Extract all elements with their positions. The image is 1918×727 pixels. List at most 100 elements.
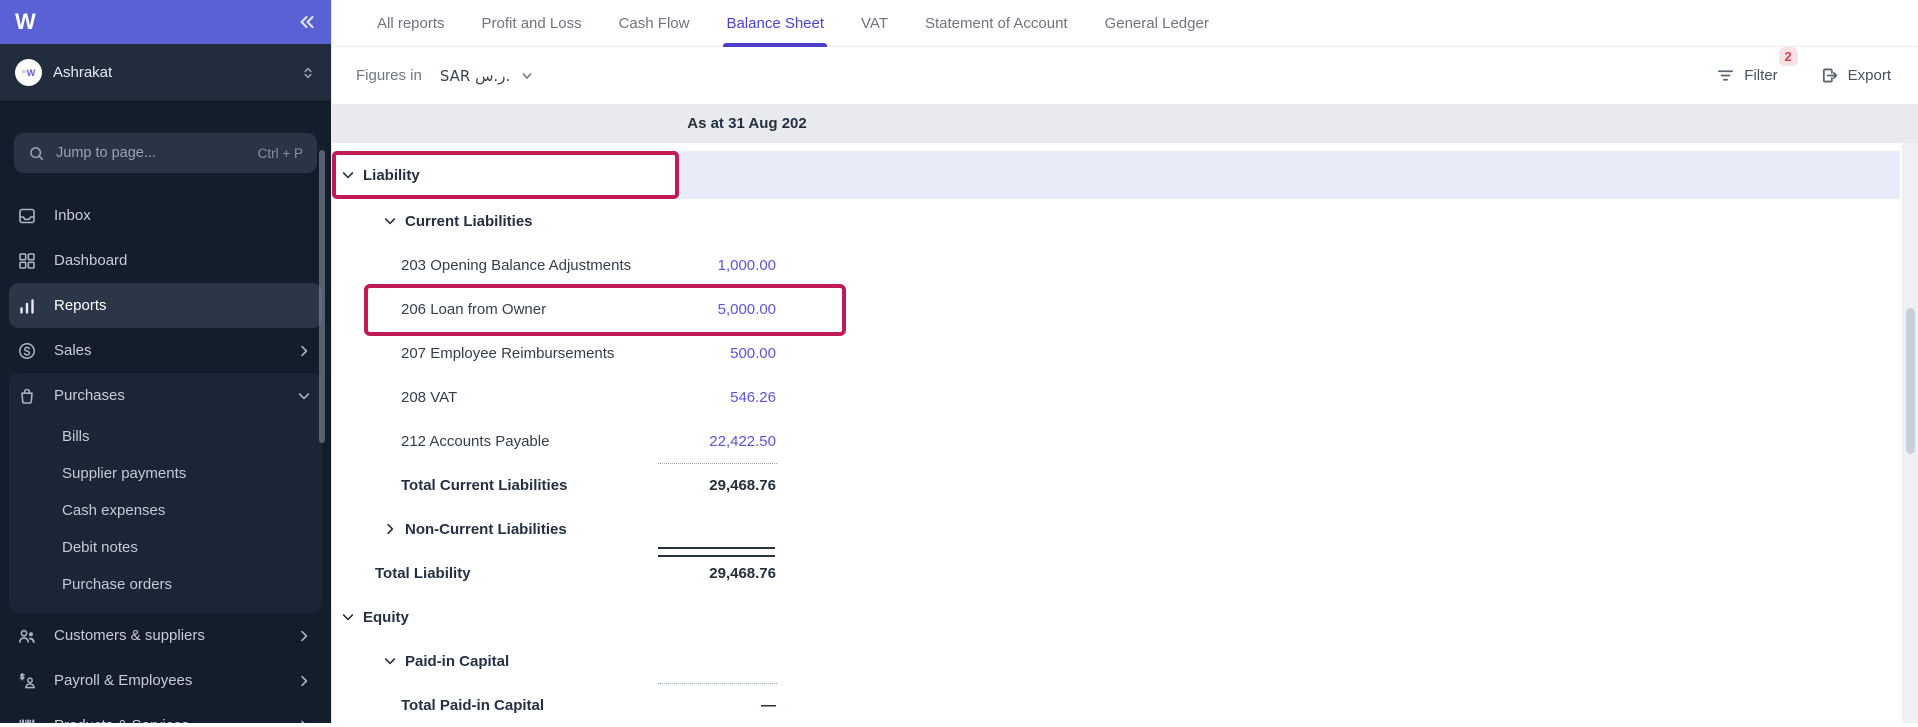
report-row-non-current-liabilities[interactable]: Non-Current Liabilities: [332, 507, 1918, 551]
chevron-right-icon: [293, 718, 315, 724]
balance-sheet-report: As at 31 Aug 202 Liability Current Liabil…: [332, 104, 1918, 727]
currency-select[interactable]: SAR ر.س.: [440, 67, 535, 85]
export-label: Export: [1848, 67, 1891, 84]
sidebar-scrollbar[interactable]: [319, 150, 325, 443]
user-name: Ashrakat: [53, 64, 112, 81]
dotted-rule: [658, 683, 777, 684]
row-label: Total Paid-in Capital: [401, 697, 544, 714]
filter-button[interactable]: Filter 2: [1716, 66, 1777, 85]
report-row-equity[interactable]: Equity: [332, 595, 1918, 639]
report-row-208-vat[interactable]: 208 VAT 546.26: [332, 375, 1918, 419]
row-label: Total Current Liabilities: [401, 477, 567, 494]
sidebar-item-sales[interactable]: Sales: [9, 328, 322, 373]
dotted-rule: [658, 463, 777, 464]
sidebar-item-cash-expenses[interactable]: Cash expenses: [9, 492, 322, 529]
row-label: Liability: [363, 167, 420, 184]
report-row-total-liability: Total Liability 29,468.76: [332, 551, 1918, 595]
chevron-down-icon: [340, 609, 356, 625]
main-scrollbar-thumb[interactable]: [1906, 308, 1915, 454]
sidebar-item-inbox[interactable]: Inbox: [9, 193, 322, 238]
sidebar-item-label: Customers & suppliers: [54, 627, 205, 644]
export-button[interactable]: Export: [1820, 66, 1891, 85]
row-amount[interactable]: 546.26: [626, 389, 776, 406]
tab-statement-of-account[interactable]: Statement of Account: [925, 0, 1068, 46]
row-amount: 29,468.76: [626, 477, 776, 494]
report-row-current-liabilities[interactable]: Current Liabilities: [332, 199, 1918, 243]
sidebar-item-customers-suppliers[interactable]: Customers & suppliers: [9, 613, 322, 658]
report-row-liability[interactable]: Liability: [332, 151, 1900, 199]
filter-count-badge: 2: [1779, 47, 1798, 66]
chevron-right-icon: [293, 628, 315, 644]
chevron-right-icon: [293, 343, 315, 359]
sidebar-item-label: Inbox: [54, 207, 91, 224]
search-placeholder: Jump to page...: [56, 145, 156, 161]
row-label: Non-Current Liabilities: [405, 521, 567, 538]
search-icon: [28, 145, 45, 162]
search-shortcut: Ctrl + P: [258, 146, 303, 161]
tab-balance-sheet[interactable]: Balance Sheet: [726, 0, 824, 46]
sidebar-item-label: Sales: [54, 342, 92, 359]
tab-general-ledger[interactable]: General Ledger: [1105, 0, 1209, 46]
as-at-date: As at 31 Aug 202: [612, 104, 882, 143]
double-rule: [658, 547, 775, 557]
sidebar: W ≡W Ashrakat Jump to page... Ctrl + P I…: [0, 0, 331, 723]
row-label: Total Liability: [375, 565, 471, 582]
row-amount[interactable]: 1,000.00: [626, 257, 776, 274]
row-label: 203 Opening Balance Adjustments: [401, 257, 631, 274]
avatar: ≡W: [15, 59, 42, 86]
payroll-icon: [16, 671, 38, 691]
row-label: Paid-in Capital: [405, 653, 509, 670]
sidebar-item-debit-notes[interactable]: Debit notes: [9, 529, 322, 566]
row-label: 207 Employee Reimbursements: [401, 345, 614, 362]
tab-profit-and-loss[interactable]: Profit and Loss: [482, 0, 582, 46]
currency-value: SAR ر.س.: [440, 67, 510, 85]
sidebar-nav: Inbox DashboardReports Sales PurchasesBills…: [0, 193, 331, 723]
report-column-header: As at 31 Aug 202: [332, 104, 1918, 143]
sidebar-item-products-services[interactable]: Products & Services: [9, 703, 322, 723]
customers-icon: [16, 626, 38, 646]
tab-all-reports[interactable]: All reports: [377, 0, 445, 46]
collapse-sidebar-icon[interactable]: [296, 12, 316, 32]
row-amount[interactable]: 500.00: [626, 345, 776, 362]
chevron-up-down-icon: [300, 65, 316, 81]
row-label: 212 Accounts Payable: [401, 433, 549, 450]
report-row-total-paid-in-capital: Total Paid-in Capital—: [332, 683, 1918, 727]
report-row-203-opening-balance-adjustments[interactable]: 203 Opening Balance Adjustments1,000.00: [332, 243, 1918, 287]
report-row-207-employee-reimbursements[interactable]: 207 Employee Reimbursements 500.00: [332, 331, 1918, 375]
purchases-icon: [16, 386, 38, 406]
sidebar-header: W: [0, 0, 331, 44]
chevron-down-icon: [293, 388, 315, 404]
filter-icon: [1716, 66, 1735, 85]
chevron-down-icon: [382, 213, 398, 229]
sidebar-item-bills[interactable]: Bills: [9, 418, 322, 455]
jump-to-page-search[interactable]: Jump to page... Ctrl + P: [14, 133, 317, 173]
inbox-icon: [16, 206, 38, 226]
sidebar-item-payroll-employees[interactable]: Payroll & Employees: [9, 658, 322, 703]
chevron-down-icon: [340, 167, 356, 183]
sidebar-item-purchases[interactable]: Purchases: [9, 373, 322, 418]
sidebar-item-supplier-payments[interactable]: Supplier payments: [9, 455, 322, 492]
user-menu[interactable]: ≡W Ashrakat: [0, 44, 331, 102]
report-row-212-accounts-payable[interactable]: 212 Accounts Payable 22,422.50: [332, 419, 1918, 463]
row-label: Equity: [363, 609, 409, 626]
sidebar-item-reports[interactable]: Reports: [9, 283, 322, 328]
sidebar-item-dashboard[interactable]: Dashboard: [9, 238, 322, 283]
row-amount[interactable]: 5,000.00: [626, 301, 776, 318]
wafeq-logo: W: [15, 11, 35, 33]
tab-vat[interactable]: VAT: [861, 0, 888, 46]
report-rows: LiabilityCurrent Liabilities203 Opening …: [332, 151, 1918, 727]
row-amount: 29,468.76: [626, 565, 776, 582]
row-label: 208 VAT: [401, 389, 457, 406]
main-scrollbar-track[interactable]: [1902, 143, 1918, 723]
report-row-paid-in-capital[interactable]: Paid-in Capital: [332, 639, 1918, 683]
report-row-206-loan-from-owner[interactable]: 206 Loan from Owner 5,000.00: [332, 287, 1918, 331]
row-amount[interactable]: 22,422.50: [626, 433, 776, 450]
main-area: All reports Profit and Loss Cash Flow Balan…: [331, 0, 1918, 723]
export-icon: [1820, 66, 1839, 85]
row-label: 206 Loan from Owner: [401, 301, 546, 318]
chevron-down-icon: [519, 68, 535, 84]
toolbar: Figures in SAR ر.س. Filter 2 Export: [332, 47, 1918, 104]
sidebar-item-label: Products & Services: [54, 717, 189, 723]
tab-cash-flow[interactable]: Cash Flow: [619, 0, 690, 46]
sidebar-item-purchase-orders[interactable]: Purchase orders: [9, 566, 322, 603]
